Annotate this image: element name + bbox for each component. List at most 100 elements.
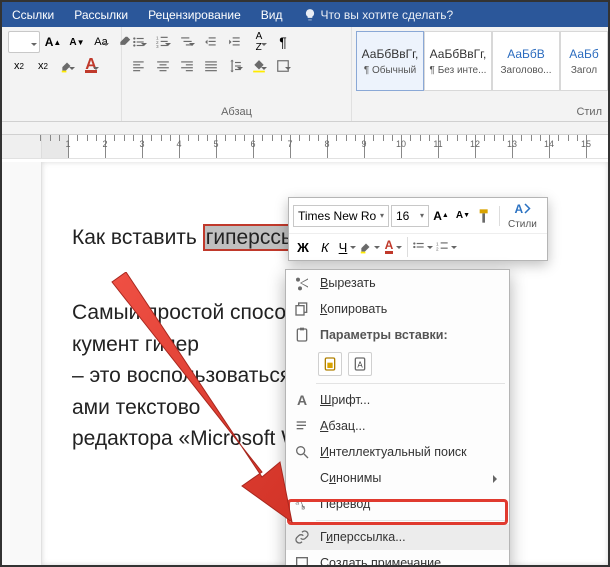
ribbon-tabs: Ссылки Рассылки Рецензирование Вид Что в… — [2, 2, 608, 27]
paragraph-icon — [294, 418, 310, 434]
ctx-paragraph[interactable]: Абзац... — [286, 413, 509, 439]
mini-bold[interactable]: Ж — [293, 237, 313, 257]
format-painter-icon — [477, 208, 493, 224]
multilevel-list-button[interactable] — [176, 31, 198, 53]
mini-styles-button[interactable]: A Стили — [504, 201, 541, 230]
lightbulb-icon — [303, 8, 317, 22]
align-center-button[interactable] — [152, 55, 174, 77]
mini-highlight[interactable] — [359, 237, 381, 257]
ctx-font[interactable]: A Шрифт... — [286, 387, 509, 413]
line-spacing-button[interactable] — [224, 55, 246, 77]
superscript-button[interactable]: x2 — [32, 55, 54, 77]
mini-format-painter[interactable] — [475, 206, 495, 226]
mini-font-color[interactable]: A — [383, 237, 403, 257]
justify-icon — [204, 59, 218, 73]
shrink-font-button[interactable]: A▼ — [66, 31, 88, 53]
group-styles-label: Стил — [352, 105, 608, 121]
text-run: ами текстово — [72, 396, 200, 419]
group-font: A▲ A▼ Aa x2 x2 A — [2, 27, 122, 121]
ctx-cut[interactable]: Вырезать — [286, 270, 509, 296]
font-color-button[interactable]: A — [80, 55, 102, 77]
mini-shrink-font[interactable]: A▼ — [453, 206, 473, 226]
mini-bullets[interactable] — [412, 237, 434, 257]
tab-view[interactable]: Вид — [251, 2, 293, 27]
align-left-icon — [132, 59, 146, 73]
subscript-button[interactable]: x2 — [8, 55, 30, 77]
mini-grow-font[interactable]: A▲ — [431, 206, 451, 226]
mini-underline[interactable]: Ч — [337, 237, 357, 257]
mini-toolbar: Times New Ro▾ 16▾ A▲ A▼ A Стили Ж К Ч A … — [288, 197, 548, 261]
translate-icon: аb — [294, 496, 310, 512]
bullet-list-icon — [412, 240, 426, 254]
shading-button[interactable] — [248, 55, 270, 77]
ctx-paste-options: A — [286, 348, 509, 380]
clipboard-text-icon: A — [352, 356, 368, 372]
ruler-corner — [2, 135, 42, 158]
borders-button[interactable] — [272, 55, 294, 77]
ctx-translate[interactable]: аb Перевод — [286, 491, 509, 517]
tell-me-search[interactable]: Что вы хотите сделать? — [293, 2, 464, 27]
svg-text:A: A — [357, 360, 363, 369]
font-size-combo[interactable] — [8, 31, 40, 53]
mini-italic[interactable]: К — [315, 237, 335, 257]
number-list-icon: 123 — [156, 35, 170, 49]
horizontal-ruler[interactable]: 123456789101112131415 — [2, 135, 608, 159]
group-paragraph: 123 AZ ¶ — [122, 27, 352, 121]
style-normal[interactable]: АаБбВвГг, ¶ Обычный — [356, 31, 424, 91]
grow-font-button[interactable]: A▲ — [42, 31, 64, 53]
ribbon: A▲ A▼ Aa x2 x2 A — [2, 27, 608, 122]
vertical-ruler[interactable] — [2, 162, 42, 565]
paint-bucket-icon — [252, 59, 266, 73]
ctx-smart-lookup[interactable]: Интеллектуальный поиск — [286, 439, 509, 465]
ctx-paste-options-header: Параметры вставки: — [286, 322, 509, 348]
ctx-hyperlink[interactable]: Гиперссылка... — [286, 524, 509, 550]
svg-text:1: 1 — [436, 241, 439, 246]
tab-review[interactable]: Рецензирование — [138, 2, 251, 27]
style-heading2[interactable]: АаБб Загол — [560, 31, 608, 91]
svg-text:2: 2 — [436, 247, 439, 252]
numbering-button[interactable]: 123 — [152, 31, 174, 53]
paste-keep-source[interactable] — [318, 352, 342, 376]
mini-font-name[interactable]: Times New Ro▾ — [293, 205, 389, 227]
decrease-indent-button[interactable] — [200, 31, 222, 53]
bullets-button[interactable] — [128, 31, 150, 53]
highlighter-icon — [60, 59, 74, 73]
style-no-spacing[interactable]: АаБбВвГг, ¶ Без инте... — [424, 31, 492, 91]
align-left-button[interactable] — [128, 55, 150, 77]
context-menu: Вырезать Копировать Параметры вставки: A… — [285, 269, 510, 567]
search-icon — [294, 444, 310, 460]
group-paragraph-label: Абзац — [122, 105, 351, 121]
sort-button[interactable]: AZ — [248, 31, 270, 53]
style-heading1[interactable]: АаБбВ Заголово... — [492, 31, 560, 91]
indent-icon — [228, 35, 242, 49]
tab-references[interactable]: Ссылки — [2, 2, 64, 27]
link-icon — [294, 529, 310, 545]
show-marks-button[interactable]: ¶ — [272, 31, 294, 53]
group-styles: АаБбВвГг, ¶ Обычный АаБбВвГг, ¶ Без инте… — [352, 27, 608, 121]
paste-text-only[interactable]: A — [348, 352, 372, 376]
change-case-button[interactable]: Aa — [90, 31, 112, 53]
justify-button[interactable] — [200, 55, 222, 77]
mini-font-size[interactable]: 16▾ — [391, 205, 429, 227]
svg-text:3: 3 — [156, 44, 159, 49]
ctx-new-comment[interactable]: Создать примечание — [286, 550, 509, 567]
number-list-icon: 12 — [436, 240, 450, 254]
app-window: Ссылки Рассылки Рецензирование Вид Что в… — [0, 0, 610, 567]
styles-gallery[interactable]: АаБбВвГг, ¶ Обычный АаБбВвГг, ¶ Без инте… — [356, 31, 608, 97]
align-right-button[interactable] — [176, 55, 198, 77]
line-spacing-icon — [228, 59, 242, 73]
svg-text:а: а — [295, 500, 299, 507]
align-center-icon — [156, 59, 170, 73]
subribbon-row — [2, 122, 608, 135]
bullet-list-icon — [132, 35, 146, 49]
tell-me-label: Что вы хотите сделать? — [321, 8, 454, 22]
ctx-synonyms[interactable]: Синонимы — [286, 465, 509, 491]
ctx-copy[interactable]: Копировать — [286, 296, 509, 322]
align-right-icon — [180, 59, 194, 73]
tab-mailings[interactable]: Рассылки — [64, 2, 138, 27]
text-highlight-button[interactable] — [56, 55, 78, 77]
increase-indent-button[interactable] — [224, 31, 246, 53]
text-run: кумент гипер — [72, 333, 199, 356]
mini-numbering[interactable]: 12 — [436, 237, 458, 257]
styles-icon: A — [513, 201, 531, 219]
